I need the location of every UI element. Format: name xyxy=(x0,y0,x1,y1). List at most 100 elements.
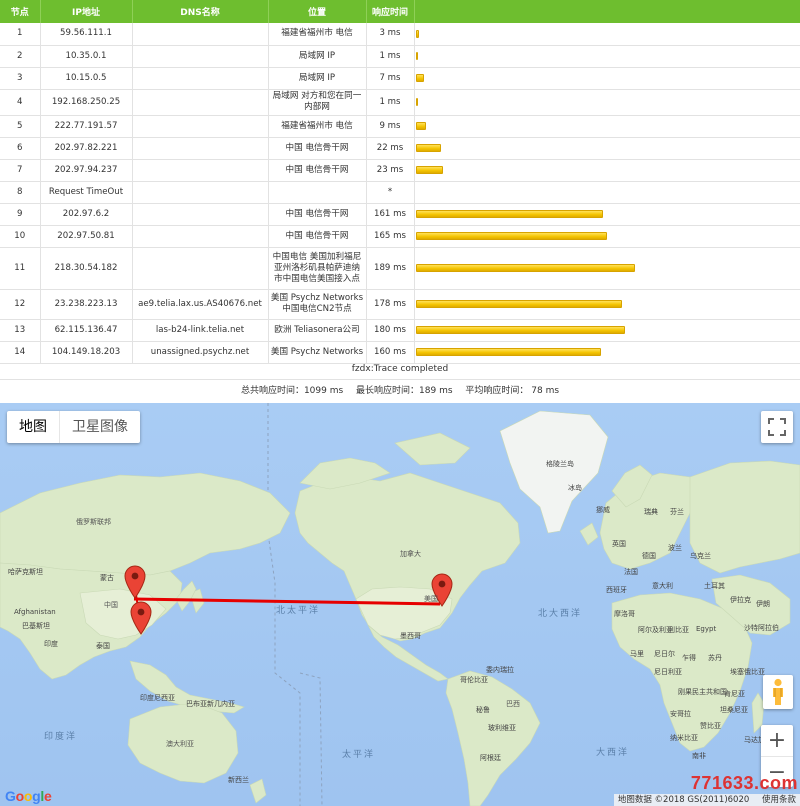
label-brazil: 巴西 xyxy=(506,700,520,708)
traceroute-table: 节点 IP地址 DNS名称 位置 响应时间 1 59.56.111.1 福建省福州市… xyxy=(0,0,800,364)
google-logo-letter: G xyxy=(5,788,16,804)
cell-location: 中国 电信骨干网 xyxy=(268,225,367,248)
cell-hop: 1 xyxy=(0,23,41,46)
label-china: 中国 xyxy=(104,601,118,609)
cell-response-time: 178 ms xyxy=(366,289,415,320)
attribution-text: 地图数据 ©2018 GS(2011)6020 xyxy=(617,795,750,805)
label-russia: 俄罗斯联邦 xyxy=(76,518,111,526)
label-thailand: 泰国 xyxy=(96,642,110,650)
latency-bar xyxy=(415,29,419,38)
cell-location: 中国 电信骨干网 xyxy=(268,203,367,226)
google-logo-letter: o xyxy=(15,788,25,804)
label-norway: 挪威 xyxy=(596,506,610,514)
label-argentina: 阿根廷 xyxy=(480,754,501,762)
trace-completed-text: fzdx:Trace completed xyxy=(0,358,800,380)
cell-bar xyxy=(414,115,800,138)
cell-dns xyxy=(132,225,269,248)
pegman-icon xyxy=(773,678,783,705)
cell-ip: 10.35.0.1 xyxy=(40,45,133,68)
cell-location: 美国 Psychz Networks中国电信CN2节点 xyxy=(268,289,367,320)
cell-location: 福建省福州市 电信 xyxy=(268,23,367,46)
label-namibia: 纳米比亚 xyxy=(670,734,698,742)
latency-bar xyxy=(415,166,443,174)
label-chad: 乍得 xyxy=(682,654,696,662)
map-marker-icon[interactable] xyxy=(124,565,146,599)
header-hop: 节点 xyxy=(0,0,41,23)
cell-response-time: 7 ms xyxy=(366,67,415,90)
label-greenland: 格陵兰岛 xyxy=(546,460,574,468)
cell-hop: 5 xyxy=(0,115,41,138)
cell-response-time: 180 ms xyxy=(366,319,415,342)
cell-ip: 218.30.54.182 xyxy=(40,247,133,290)
satellite-tab[interactable]: 卫星图像 xyxy=(59,411,140,443)
cell-bar xyxy=(414,23,800,46)
label-atlantic: 大西洋 xyxy=(596,748,630,758)
terms-link[interactable]: 使用条款 xyxy=(762,795,796,805)
label-ethiopia: 埃塞俄比亚 xyxy=(730,668,765,676)
cell-response-time: 165 ms xyxy=(366,225,415,248)
label-mali: 马里 xyxy=(630,650,644,658)
label-indonesia: 印度尼西亚 xyxy=(140,694,175,702)
latency-bar xyxy=(415,144,441,152)
latency-bar xyxy=(415,326,625,334)
map-marker-icon[interactable] xyxy=(130,601,152,635)
cell-ip: 59.56.111.1 xyxy=(40,23,133,46)
cell-ip: 222.77.191.57 xyxy=(40,115,133,138)
table-row: 11 218.30.54.182 中国电信 美国加利福尼亚州洛杉矶县帕萨迪纳市中国电… xyxy=(0,247,800,290)
label-nigeria: 尼日利亚 xyxy=(654,668,682,676)
cell-location: 局域网 对方和您在同一内部网 xyxy=(268,89,367,116)
table-row: 10 202.97.50.81 中国 电信骨干网 165 ms xyxy=(0,225,800,248)
label-sudan: 苏丹 xyxy=(708,654,722,662)
label-north-atlantic: 北大西洋 xyxy=(538,609,583,619)
trace-summary: 总共响应时间：1099 ms 最长响应时间：189 ms 平均响应时间： 78 … xyxy=(0,380,800,402)
fullscreen-button[interactable] xyxy=(761,411,793,443)
cell-hop: 10 xyxy=(0,225,41,248)
label-pacific: 太平洋 xyxy=(342,750,376,760)
cell-ip: 202.97.6.2 xyxy=(40,203,133,226)
label-venezuela: 委内瑞拉 xyxy=(486,666,514,674)
cell-bar xyxy=(414,181,800,204)
cell-bar xyxy=(414,289,800,320)
table-row: 7 202.97.94.237 中国 电信骨干网 23 ms xyxy=(0,159,800,182)
cell-response-time: * xyxy=(366,181,415,204)
cell-response-time: 1 ms xyxy=(366,45,415,68)
label-kazakhstan: 哈萨克斯坦 xyxy=(8,568,43,576)
header-response-time: 响应时间 xyxy=(366,0,415,23)
label-finland: 芬兰 xyxy=(670,508,684,516)
label-png: 巴布亚新几内亚 xyxy=(186,700,235,708)
table-row: 5 222.77.191.57 福建省福州市 电信 9 ms xyxy=(0,115,800,138)
cell-dns xyxy=(132,203,269,226)
street-view-button[interactable] xyxy=(763,675,793,709)
label-morocco: 摩洛哥 xyxy=(614,610,635,618)
cell-hop: 4 xyxy=(0,89,41,116)
cell-ip: 192.168.250.25 xyxy=(40,89,133,116)
cell-location: 中国 电信骨干网 xyxy=(268,159,367,182)
latency-bar xyxy=(415,98,418,106)
cell-hop: 12 xyxy=(0,289,41,320)
cell-location: 福建省福州市 电信 xyxy=(268,115,367,138)
map-tab[interactable]: 地图 xyxy=(7,411,59,443)
route-map[interactable]: 格陵兰岛 瑞典 芬兰 挪威 冰岛 俄罗斯联邦 哈萨克斯坦 蒙古 中国 Afgha… xyxy=(0,403,800,806)
table-row: 8 Request TimeOut * xyxy=(0,181,800,204)
cell-response-time: 1 ms xyxy=(366,89,415,116)
cell-dns xyxy=(132,159,269,182)
latency-bar xyxy=(415,232,607,240)
zoom-in-button[interactable]: + xyxy=(761,725,793,756)
header-location: 位置 xyxy=(268,0,367,23)
latency-bar xyxy=(415,122,426,130)
cell-hop: 3 xyxy=(0,67,41,90)
header-bar xyxy=(414,0,800,23)
cell-ip: 202.97.82.221 xyxy=(40,137,133,160)
cell-bar xyxy=(414,203,800,226)
cell-bar xyxy=(414,247,800,290)
label-saudi: 沙特阿拉伯 xyxy=(744,624,779,632)
label-canada: 加拿大 xyxy=(400,550,421,558)
label-egypt: Egypt xyxy=(696,625,717,633)
cell-response-time: 189 ms xyxy=(366,247,415,290)
cell-location xyxy=(268,181,367,204)
cell-hop: 8 xyxy=(0,181,41,204)
cell-hop: 9 xyxy=(0,203,41,226)
cell-hop: 13 xyxy=(0,319,41,342)
fullscreen-icon xyxy=(768,418,786,436)
world-map[interactable] xyxy=(0,403,800,806)
